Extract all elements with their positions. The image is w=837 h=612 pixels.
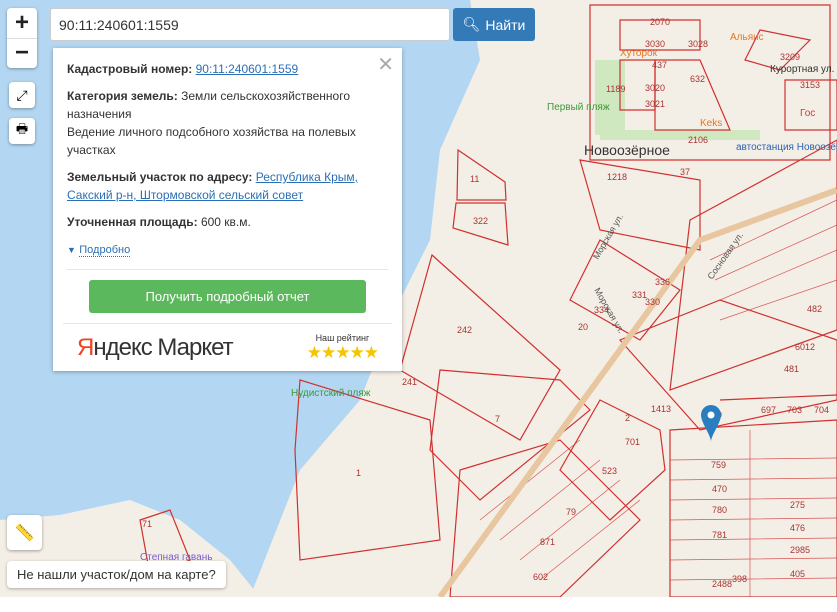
parcel-label[interactable]: 697	[761, 405, 776, 415]
poi-label[interactable]: Первый пляж	[547, 102, 610, 113]
parcel-label[interactable]: 405	[790, 569, 805, 579]
more-details-link[interactable]: Подробно	[79, 244, 131, 257]
parcel-label[interactable]: 482	[807, 304, 822, 314]
parcel-label[interactable]: 79	[566, 507, 576, 517]
parcel-label[interactable]: 2070	[650, 17, 670, 27]
parcel-label[interactable]: 701	[625, 437, 640, 447]
parcel-label[interactable]: 703	[787, 405, 802, 415]
parcel-label[interactable]: 336	[655, 277, 670, 287]
popup-footer: Яндекс Маркет Наш рейтинг ★★★★★	[63, 323, 392, 372]
cadastral-link[interactable]: 90:11:240601:1559	[196, 62, 299, 76]
zoom-control: + −	[7, 8, 37, 68]
parcel-label[interactable]: 2488	[712, 579, 732, 589]
search-button-label: Найти	[485, 16, 526, 33]
cadastral-label: Кадастровый номер:	[67, 62, 193, 76]
rating-stars: ★★★★★	[306, 343, 379, 362]
expand-icon: ⤢	[16, 86, 28, 103]
rating[interactable]: Наш рейтинг ★★★★★	[306, 333, 379, 363]
search-input[interactable]	[50, 8, 450, 41]
parcel-label[interactable]: 437	[652, 60, 667, 70]
parcel-label[interactable]: 3153	[800, 80, 820, 90]
parcel-label[interactable]: 398	[732, 574, 747, 584]
address-label: Земельный участок по адресу:	[67, 170, 253, 184]
poi-label[interactable]: Альянс	[730, 32, 764, 43]
divider	[67, 269, 388, 270]
parcel-label[interactable]: 7	[495, 414, 500, 424]
print-button[interactable]: 🖶	[9, 118, 35, 144]
parcel-label[interactable]: 322	[473, 216, 488, 226]
category-label: Категория земель:	[67, 89, 178, 103]
zoom-out-button[interactable]: −	[7, 39, 37, 69]
yandex-market-logo[interactable]: Яндекс Маркет	[77, 334, 234, 362]
parcel-label[interactable]: 2985	[790, 545, 810, 555]
search-button[interactable]: 🔍︎ Найти	[453, 8, 535, 41]
parcel-label[interactable]: 275	[790, 500, 805, 510]
close-icon[interactable]: ✕	[377, 52, 394, 77]
poi-label[interactable]: Гос	[800, 108, 815, 119]
poi-label[interactable]: Нудистский пляж	[291, 388, 371, 399]
rating-label: Наш рейтинг	[315, 333, 370, 343]
poi-label[interactable]: Курортная ул.	[770, 64, 834, 75]
parcel-label[interactable]: 11	[470, 174, 479, 184]
parcel-label[interactable]: 241	[402, 377, 417, 387]
parcel-label[interactable]: 1413	[651, 404, 671, 414]
parcel-label[interactable]: 2	[625, 413, 630, 423]
poi-label[interactable]: Хуторок	[620, 48, 658, 59]
parcel-label[interactable]: 37	[680, 167, 690, 177]
parcel-label[interactable]: 523	[602, 466, 617, 476]
parcel-label[interactable]: 3209	[780, 52, 800, 62]
parcel-label[interactable]: 3028	[688, 39, 708, 49]
park	[600, 130, 760, 140]
place-label: Новоозёрное	[584, 142, 670, 158]
parcel-label[interactable]: 1218	[607, 172, 627, 182]
usage-value: Ведение личного подсобного хозяйства на …	[67, 125, 356, 157]
area-value: 600 кв.м.	[200, 215, 251, 229]
parcel-label[interactable]: 1189	[606, 84, 625, 94]
fullscreen-button[interactable]: ⤢	[9, 82, 35, 108]
parcel-label[interactable]: 2106	[688, 135, 708, 145]
parcel-label[interactable]: 3020	[645, 83, 665, 93]
parcel-label[interactable]: 3021	[645, 99, 665, 109]
parcel-label[interactable]: 780	[712, 505, 727, 515]
parcel-label[interactable]: 759	[711, 460, 726, 470]
parcel-label[interactable]: 704	[814, 405, 829, 415]
parcel-label[interactable]: 871	[540, 537, 555, 547]
triangle-down-icon: ▼	[67, 245, 76, 255]
ruler-button[interactable]: 📏	[7, 515, 42, 550]
printer-icon: 🖶	[15, 121, 29, 136]
parcel-label[interactable]: 1	[356, 468, 361, 478]
parcel-label[interactable]: 71	[142, 519, 152, 529]
parcel-label[interactable]: 6012	[795, 342, 815, 352]
not-found-button[interactable]: Не нашли участок/дом на карте?	[7, 561, 226, 588]
parcel-info-popup: ✕ Кадастровый номер: 90:11:240601:1559 К…	[53, 48, 402, 371]
parcel-label[interactable]: 470	[712, 484, 727, 494]
parcel-label[interactable]: 242	[457, 325, 472, 335]
get-report-button[interactable]: Получить подробный отчет	[89, 280, 366, 313]
parcel-label[interactable]: 781	[712, 530, 727, 540]
parcel-label[interactable]: 476	[790, 523, 805, 533]
parcel-label[interactable]: 481	[784, 364, 799, 374]
ruler-icon: 📏	[14, 524, 35, 542]
zoom-in-button[interactable]: +	[7, 8, 37, 39]
parcel-label[interactable]: 20	[578, 322, 588, 332]
area-label: Уточненная площадь:	[67, 215, 198, 229]
parcel-label[interactable]: 632	[690, 74, 705, 84]
poi-label[interactable]: автостанция Новоозёрное	[736, 142, 837, 153]
parcel-label[interactable]: 330	[645, 297, 660, 307]
search-icon: 🔍︎	[462, 16, 481, 32]
parcel-label[interactable]: 602	[533, 572, 548, 582]
poi-label[interactable]: Keks	[700, 118, 722, 129]
